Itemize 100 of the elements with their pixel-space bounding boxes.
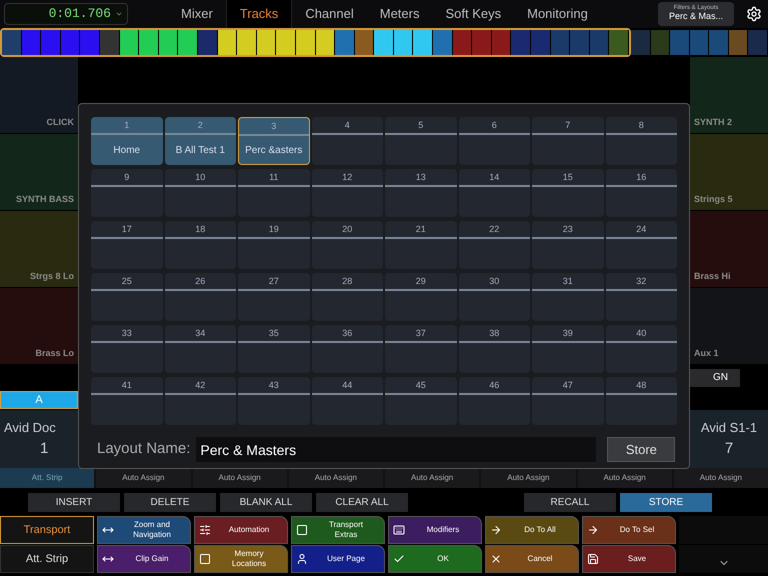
edit-button[interactable]: INSERT [28, 492, 120, 512]
layout-slot[interactable]: 20 [312, 221, 383, 269]
layout-slot[interactable]: 23 [532, 221, 604, 269]
layout-slot[interactable]: 43 [238, 377, 310, 425]
slot-number: 27 [268, 275, 280, 288]
channel-strip[interactable]: Avid S1-1 7 [690, 410, 768, 468]
layout-slot[interactable]: 1 Home [91, 117, 162, 165]
timecode-text: 0:01.706 [48, 5, 111, 24]
assign-mode-button[interactable]: Auto Assign [192, 468, 287, 488]
slot-number: 35 [268, 327, 280, 340]
layout-slot[interactable]: 36 [312, 325, 383, 373]
layout-slot[interactable]: 47 [532, 377, 604, 425]
layout-slot[interactable]: 48 [606, 377, 677, 425]
softkey-tab[interactable]: Transport [0, 516, 94, 544]
slot-number: 19 [268, 223, 280, 236]
softkey-button[interactable]: Do To All [485, 516, 579, 544]
layout-slot[interactable]: 40 [606, 325, 677, 373]
assign-mode-button[interactable]: Auto Assign [96, 468, 190, 488]
layout-slot[interactable]: 24 [606, 221, 677, 269]
nav-tab[interactable]: Soft Keys [432, 0, 514, 28]
nav-tab[interactable]: Tracks [226, 0, 292, 28]
channel-name: Avid S1-1 [700, 419, 758, 437]
layout-slot[interactable]: 42 [164, 377, 236, 425]
softkey-button[interactable]: Cancel [485, 545, 579, 573]
layout-slot[interactable]: 14 [458, 169, 530, 217]
layout-slot[interactable]: 21 [385, 221, 456, 269]
softkey-button[interactable]: Zoom and Navigation [97, 516, 191, 544]
layout-slot[interactable]: 11 [238, 169, 310, 217]
channel-strip[interactable]: Avid Doc 1 [0, 410, 78, 468]
assign-mode-button[interactable]: Auto Assign [288, 468, 383, 488]
layout-slot[interactable]: 38 [458, 325, 530, 373]
layout-slot[interactable]: 2 B All Test 1 [164, 117, 236, 165]
layout-slot[interactable]: 27 [238, 273, 310, 321]
layout-slot[interactable]: 32 [606, 273, 677, 321]
layout-slot[interactable]: 29 [385, 273, 456, 321]
assign-mode-button[interactable]: Auto Assign [578, 468, 672, 488]
layout-slot[interactable]: 5 [385, 117, 456, 165]
layout-slot[interactable]: 17 [91, 221, 162, 269]
softkey-button[interactable]: Memory Locations [194, 545, 288, 573]
edit-button[interactable]: CLEAR ALL [316, 492, 408, 512]
slot-number: 39 [562, 327, 574, 340]
memory-button[interactable]: STORE [620, 492, 712, 512]
layout-slot[interactable]: 41 [91, 377, 162, 425]
nav-tab[interactable]: Mixer [168, 0, 226, 28]
assign-mode-button[interactable]: Auto Assign [481, 468, 576, 488]
timecode-display[interactable]: 0:01.706 [4, 3, 128, 25]
layout-slot[interactable]: 39 [532, 325, 604, 373]
layout-slot[interactable]: 15 [532, 169, 604, 217]
slot-number: 40 [635, 327, 648, 340]
layout-slot[interactable]: 31 [532, 273, 604, 321]
layout-slot[interactable]: 25 [91, 273, 162, 321]
softkey-button[interactable]: Save [582, 545, 676, 573]
settings-icon[interactable] [746, 6, 762, 22]
edit-button[interactable]: BLANK ALL [220, 492, 312, 512]
assign-mode-button[interactable]: Auto Assign [674, 468, 768, 488]
layout-slot[interactable]: 33 [91, 325, 162, 373]
layout-slot[interactable]: 26 [164, 273, 236, 321]
caret-icon [115, 10, 123, 18]
softkey-button[interactable]: OK [388, 545, 482, 573]
softkey-button[interactable]: Transport Extras [291, 516, 385, 544]
softkey-button[interactable]: User Page [291, 545, 385, 573]
store-button[interactable]: Store [607, 437, 676, 462]
layout-slot[interactable]: 10 [164, 169, 236, 217]
assign-button[interactable]: GN [690, 368, 740, 386]
layout-slot[interactable]: 22 [458, 221, 530, 269]
layout-slot[interactable]: 6 [458, 117, 530, 165]
softkey-button[interactable]: Do To Sel [582, 516, 676, 544]
layout-slot[interactable]: 44 [312, 377, 383, 425]
layout-slot[interactable]: 4 [312, 117, 383, 165]
assign-mode-button[interactable]: Att. Strip [0, 468, 94, 488]
nav-tab[interactable]: Meters [366, 0, 432, 28]
softkey-button[interactable]: Modifiers [388, 516, 482, 544]
layout-slot[interactable]: 12 [312, 169, 383, 217]
layout-slot[interactable]: 8 [606, 117, 677, 165]
layout-slot[interactable]: 46 [458, 377, 530, 425]
layout-slot[interactable]: 35 [238, 325, 310, 373]
edit-button[interactable]: DELETE [124, 492, 216, 512]
layout-slot[interactable]: 45 [385, 377, 456, 425]
track-name: Aux 1 [694, 346, 720, 360]
layout-slot[interactable]: 30 [458, 273, 530, 321]
layout-slot[interactable]: 18 [164, 221, 236, 269]
slot-number: 18 [194, 223, 206, 236]
nav-tab[interactable]: Channel [292, 0, 367, 28]
layout-slot[interactable]: 19 [238, 221, 310, 269]
layout-slot[interactable]: 16 [606, 169, 677, 217]
softkey-tab[interactable]: Att. Strip [0, 545, 94, 573]
layout-slot[interactable]: 9 [91, 169, 162, 217]
layout-slot[interactable]: 34 [164, 325, 236, 373]
memory-button[interactable]: RECALL [524, 492, 616, 512]
assign-mode-button[interactable]: Auto Assign [385, 468, 480, 488]
layout-slot[interactable]: 7 [532, 117, 604, 165]
softkey-button[interactable]: Clip Gain [97, 545, 191, 573]
check-icon [393, 553, 405, 565]
layout-slot[interactable]: 13 [385, 169, 456, 217]
nav-tab[interactable]: Monitoring [514, 0, 601, 28]
layout-slot[interactable]: 3 Perc &asters [238, 117, 310, 165]
softkey-button[interactable]: Automation [194, 516, 288, 544]
layout-name-field[interactable]: Perc & Masters [196, 437, 596, 462]
layout-slot[interactable]: 28 [312, 273, 383, 321]
layout-slot[interactable]: 37 [385, 325, 456, 373]
